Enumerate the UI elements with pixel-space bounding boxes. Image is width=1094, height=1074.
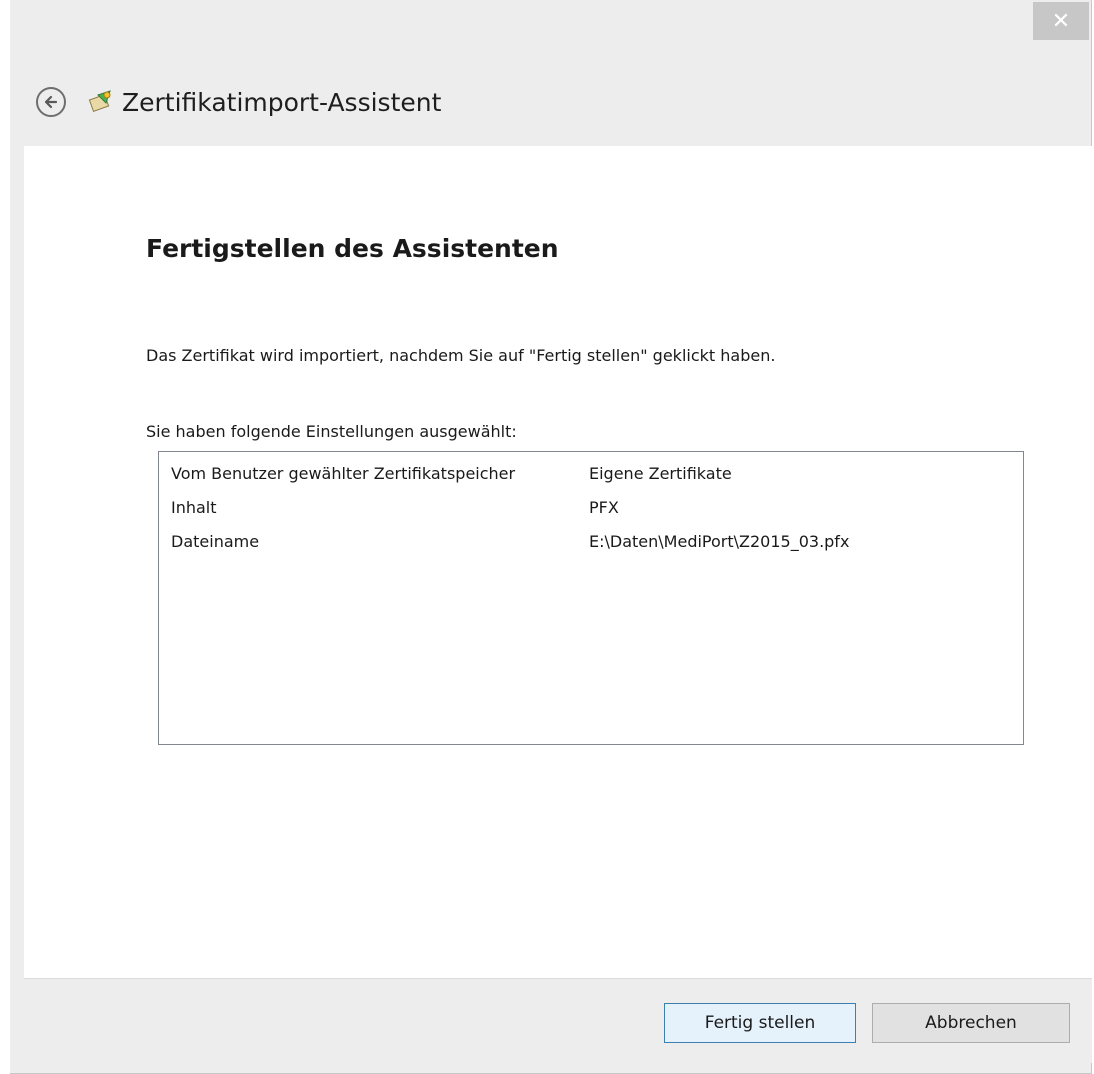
wizard-footer: Fertig stellen Abbrechen bbox=[24, 978, 1092, 1063]
page-heading: Fertigstellen des Assistenten bbox=[146, 234, 559, 263]
settings-value: E:\Daten\MediPort\Z2015_03.pfx bbox=[589, 532, 850, 551]
settings-key: Vom Benutzer gewählter Zertifikatspeiche… bbox=[171, 464, 516, 483]
wizard-header: Zertifikatimport-Assistent bbox=[10, 62, 1091, 142]
cancel-button[interactable]: Abbrechen bbox=[872, 1003, 1070, 1043]
back-arrow-icon bbox=[44, 95, 58, 109]
cancel-button-label: Abbrechen bbox=[925, 1013, 1017, 1033]
settings-value: PFX bbox=[589, 498, 619, 517]
wizard-window: ✕ Zertifikatimport-Assistent Fertigstell… bbox=[10, 0, 1092, 1074]
finish-button-label: Fertig stellen bbox=[704, 1013, 816, 1033]
back-button[interactable] bbox=[36, 87, 66, 117]
settings-key: Inhalt bbox=[171, 498, 217, 517]
wizard-content: Fertigstellen des Assistenten Das Zertif… bbox=[24, 146, 1092, 978]
settings-row: Dateiname E:\Daten\MediPort\Z2015_03.pfx bbox=[159, 524, 1023, 554]
intro-text: Das Zertifikat wird importiert, nachdem … bbox=[146, 346, 776, 365]
settings-value: Eigene Zertifikate bbox=[589, 464, 732, 483]
settings-list[interactable]: Vom Benutzer gewählter Zertifikatspeiche… bbox=[158, 451, 1024, 745]
certificate-icon bbox=[88, 90, 111, 113]
settings-row: Inhalt PFX bbox=[159, 490, 1023, 520]
settings-row: Vom Benutzer gewählter Zertifikatspeiche… bbox=[159, 456, 1023, 486]
settings-key: Dateiname bbox=[171, 532, 260, 551]
finish-button[interactable]: Fertig stellen bbox=[664, 1003, 856, 1043]
settings-label: Sie haben folgende Einstellungen ausgewä… bbox=[146, 422, 517, 441]
close-button[interactable]: ✕ bbox=[1033, 2, 1089, 40]
wizard-title: Zertifikatimport-Assistent bbox=[122, 87, 442, 117]
close-icon: ✕ bbox=[1051, 8, 1071, 34]
